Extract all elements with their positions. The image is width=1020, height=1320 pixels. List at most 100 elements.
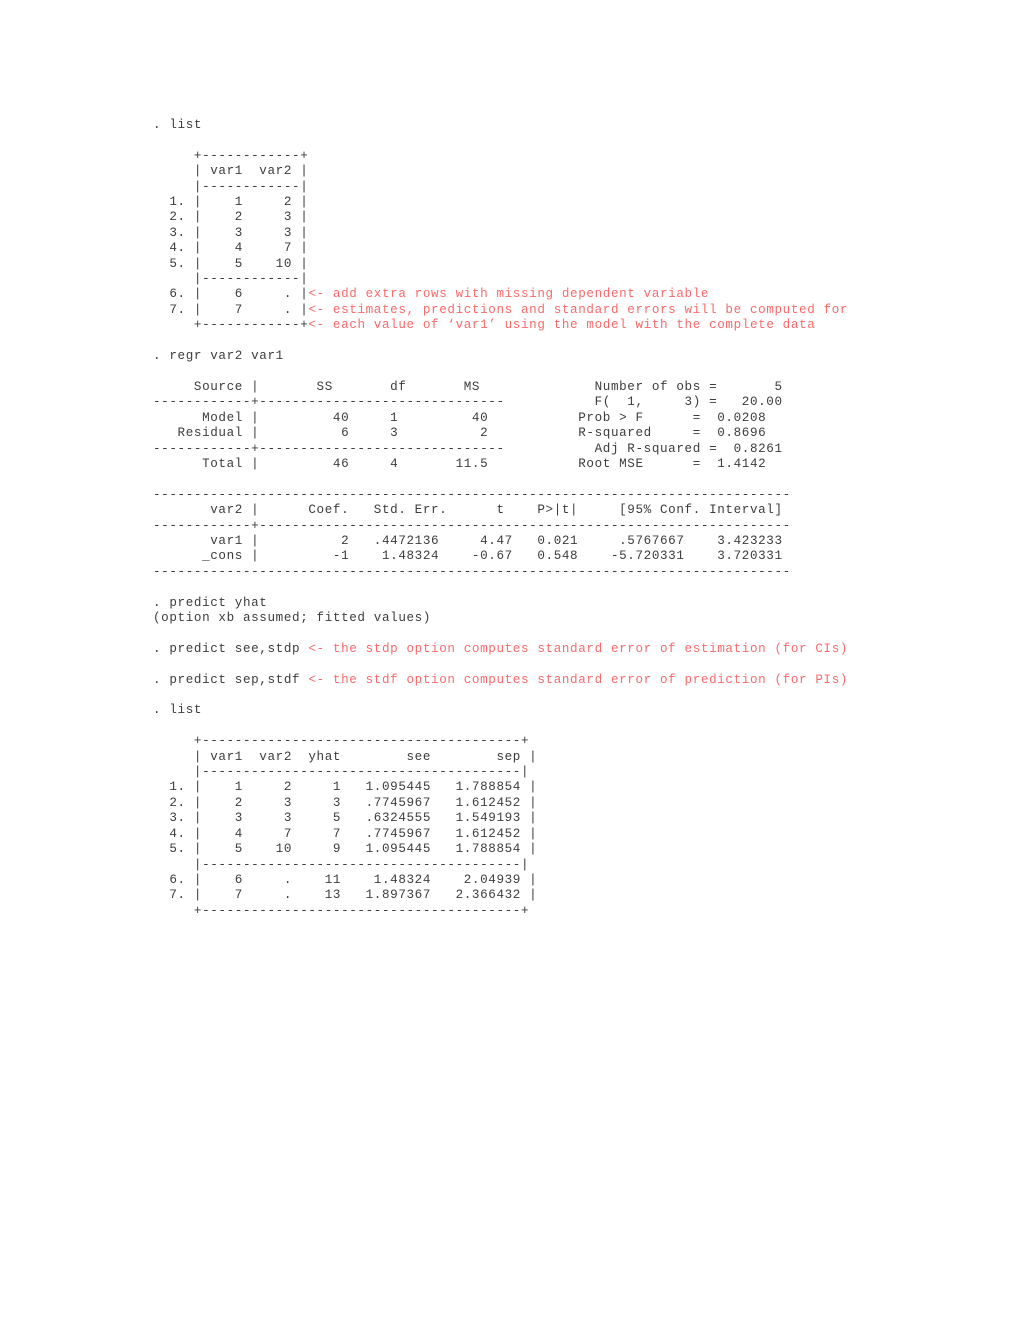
console-line: Residual | 6 3 2 R-squared = 0.8696 [153, 426, 848, 441]
console-line-text: . list [153, 118, 203, 132]
console-line-text: 3. | 3 3 | [153, 225, 309, 240]
console-line-text: 4. | 4 7 7 .7745967 1.612452 | [153, 826, 538, 841]
console-line: 2. | 2 3 3 .7745967 1.612452 | [153, 796, 848, 811]
console-line-text: 5. | 5 10 9 1.095445 1.788854 | [153, 842, 538, 857]
console-line-text: . predict yhat [153, 595, 268, 610]
console-line-text: 6. | 6 . 11 1.48324 2.04939 | [153, 872, 538, 887]
console-line: Total | 46 4 11.5 Root MSE = 1.4142 [153, 457, 848, 472]
console-line-text: | var1 var2 | [153, 164, 309, 179]
console-line-text: ----------------------------------------… [153, 564, 791, 579]
stata-console-output: . list +------------+ | var1 var2 | |---… [153, 118, 848, 919]
console-line-text: Source | SS df MS Number of obs = 5 [153, 379, 783, 394]
console-line: 2. | 2 3 | [153, 210, 848, 225]
console-line-text: Total | 46 4 11.5 Root MSE = 1.4142 [153, 456, 767, 471]
console-line-text: . regr var2 var1 [153, 349, 284, 364]
console-line: . predict sep,stdf <- the stdf option co… [153, 673, 848, 688]
console-line: 4. | 4 7 | [153, 241, 848, 256]
console-line-text: 7. | 7 . 13 1.897367 2.366432 | [153, 888, 538, 903]
console-line: . list [153, 703, 848, 718]
console-line: +---------------------------------------… [153, 734, 848, 749]
console-annotation-text: <- estimates, predictions and standard e… [308, 302, 849, 317]
console-line: . regr var2 var1 [153, 349, 848, 364]
console-line: |------------| [153, 180, 848, 195]
console-line: 4. | 4 7 7 .7745967 1.612452 | [153, 827, 848, 842]
console-line-text: 1. | 1 2 | [153, 195, 309, 210]
console-line: | var1 var2 | [153, 164, 848, 179]
console-line: var1 | 2 .4472136 4.47 0.021 .5767667 3.… [153, 534, 848, 549]
console-line: _cons | -1 1.48324 -0.67 0.548 -5.720331… [153, 549, 848, 564]
console-line: 7. | 7 . |<- estimates, predictions and … [153, 303, 848, 318]
console-line-text: 1. | 1 2 1 1.095445 1.788854 | [153, 780, 538, 795]
console-line-text: 4. | 4 7 | [153, 241, 309, 256]
console-line: . list [153, 118, 848, 133]
console-line-text: 2. | 2 3 | [153, 210, 309, 225]
console-line: |---------------------------------------… [153, 858, 848, 873]
console-line-text: +---------------------------------------… [153, 903, 530, 918]
console-line-text: var1 | 2 .4472136 4.47 0.021 .5767667 3.… [153, 533, 783, 548]
console-line: 6. | 6 . |<- add extra rows with missing… [153, 287, 848, 302]
console-line: +------------+<- each value of ‘var1’ us… [153, 318, 848, 333]
console-line-text: ------------+---------------------------… [153, 441, 783, 456]
console-line: |------------| [153, 272, 848, 287]
console-line-text: ----------------------------------------… [153, 487, 791, 502]
console-line-text: 3. | 3 3 5 .6324555 1.549193 | [153, 811, 538, 826]
console-line-text: . predict see,stdp [153, 641, 309, 656]
console-line: ----------------------------------------… [153, 488, 848, 503]
console-line-text: 6. | 6 . | [153, 287, 309, 302]
console-annotation-text: <- the stdf option computes standard err… [308, 672, 849, 687]
console-line: 3. | 3 3 5 .6324555 1.549193 | [153, 811, 848, 826]
console-line: 5. | 5 10 9 1.095445 1.788854 | [153, 842, 848, 857]
console-line: ------------+---------------------------… [153, 442, 848, 457]
console-line: ------------+---------------------------… [153, 519, 848, 534]
console-line: . predict see,stdp <- the stdp option co… [153, 642, 848, 657]
console-line: Model | 40 1 40 Prob > F = 0.0208 [153, 411, 848, 426]
console-line: 5. | 5 10 | [153, 257, 848, 272]
console-line-text: _cons | -1 1.48324 -0.67 0.548 -5.720331… [153, 549, 783, 564]
console-annotation-text: <- the stdp option computes standard err… [308, 641, 849, 656]
console-line-text: Residual | 6 3 2 R-squared = 0.8696 [153, 426, 767, 441]
console-line: Source | SS df MS Number of obs = 5 [153, 380, 848, 395]
console-line-text: Model | 40 1 40 Prob > F = 0.0208 [153, 410, 767, 425]
console-line: 3. | 3 3 | [153, 226, 848, 241]
console-line-text: . list [153, 703, 203, 718]
console-line-text: . predict sep,stdf [153, 672, 309, 687]
console-line: ----------------------------------------… [153, 565, 848, 580]
console-line-text: (option xb assumed; fitted values) [153, 611, 432, 625]
console-line-text: |------------| [153, 272, 309, 287]
console-line: +------------+ [153, 149, 848, 164]
console-line-text: | var1 var2 yhat see sep | [153, 749, 538, 764]
console-line-text: +------------+ [153, 148, 309, 163]
console-line: var2 | Coef. Std. Err. t P>|t| [95% Conf… [153, 503, 848, 518]
console-annotation-text: <- add extra rows with missing dependent… [308, 287, 710, 302]
console-line: (option xb assumed; fitted values) [153, 611, 848, 626]
console-line: 6. | 6 . 11 1.48324 2.04939 | [153, 873, 848, 888]
console-line: ------------+---------------------------… [153, 395, 848, 410]
console-line-text: |------------| [153, 179, 309, 194]
console-line-text: 5. | 5 10 | [153, 256, 309, 271]
console-line: 1. | 1 2 1 1.095445 1.788854 | [153, 780, 848, 795]
console-line: 7. | 7 . 13 1.897367 2.366432 | [153, 888, 848, 903]
console-line-text: +------------+ [153, 318, 309, 333]
console-line-text: ------------+---------------------------… [153, 395, 783, 410]
console-line-text: var2 | Coef. Std. Err. t P>|t| [95% Conf… [153, 503, 783, 518]
console-line-text: |---------------------------------------… [153, 765, 530, 780]
console-line-text: 7. | 7 . | [153, 302, 309, 317]
console-line: +---------------------------------------… [153, 904, 848, 919]
console-line-text: |---------------------------------------… [153, 857, 530, 872]
console-line-text: 2. | 2 3 3 .7745967 1.612452 | [153, 795, 538, 810]
console-line: |---------------------------------------… [153, 765, 848, 780]
console-line-text: +---------------------------------------… [153, 734, 530, 749]
console-line: | var1 var2 yhat see sep | [153, 750, 848, 765]
console-annotation-text: <- each value of ‘var1’ using the model … [308, 318, 816, 333]
console-line-text: ------------+---------------------------… [153, 518, 791, 533]
console-line: 1. | 1 2 | [153, 195, 848, 210]
